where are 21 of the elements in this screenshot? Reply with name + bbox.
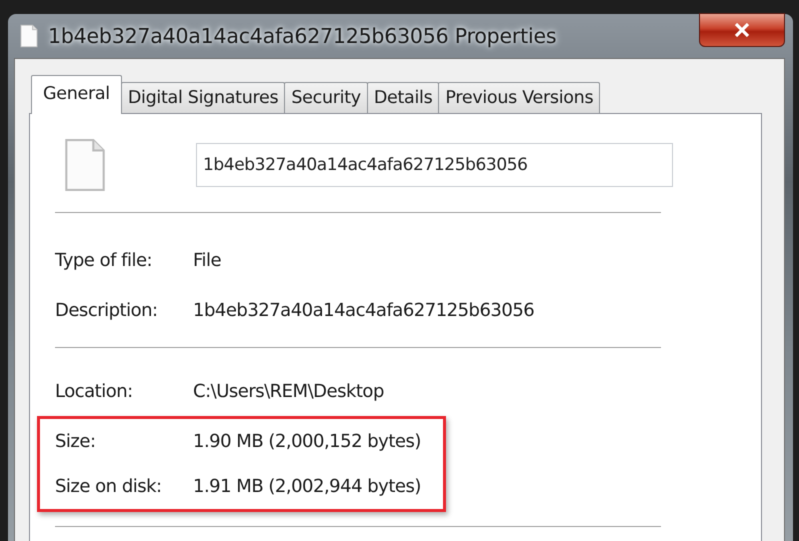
- property-label: Type of file:: [55, 250, 154, 270]
- property-value: File: [193, 250, 222, 270]
- close-button[interactable]: [699, 13, 785, 47]
- property-value: C:\Users\REM\Desktop: [193, 380, 384, 402]
- tab[interactable]: Details: [366, 82, 440, 113]
- property-label: Size:: [55, 431, 97, 452]
- tab[interactable]: Digital Signatures: [120, 82, 286, 113]
- file-icon: [63, 138, 107, 192]
- tab[interactable]: Security: [284, 82, 368, 113]
- tab[interactable]: General: [31, 75, 122, 114]
- property-label: Location:: [55, 380, 134, 402]
- property-label: Size on disk:: [55, 476, 163, 497]
- close-icon: [734, 23, 750, 37]
- property-value: 1.91 MB (2,002,944 bytes): [193, 476, 421, 497]
- file-icon: [20, 24, 38, 48]
- window-title: 1b4eb327a40a14ac4afa627125b63056 Properties: [48, 24, 556, 48]
- property-value: 1b4eb327a40a14ac4afa627125b63056: [193, 300, 534, 320]
- property-value: 1.90 MB (2,000,152 bytes): [193, 431, 421, 452]
- file-name-field[interactable]: 1b4eb327a40a14ac4afa627125b63056: [196, 143, 673, 187]
- tab[interactable]: Previous Versions: [438, 82, 600, 113]
- property-label: Description:: [55, 300, 159, 320]
